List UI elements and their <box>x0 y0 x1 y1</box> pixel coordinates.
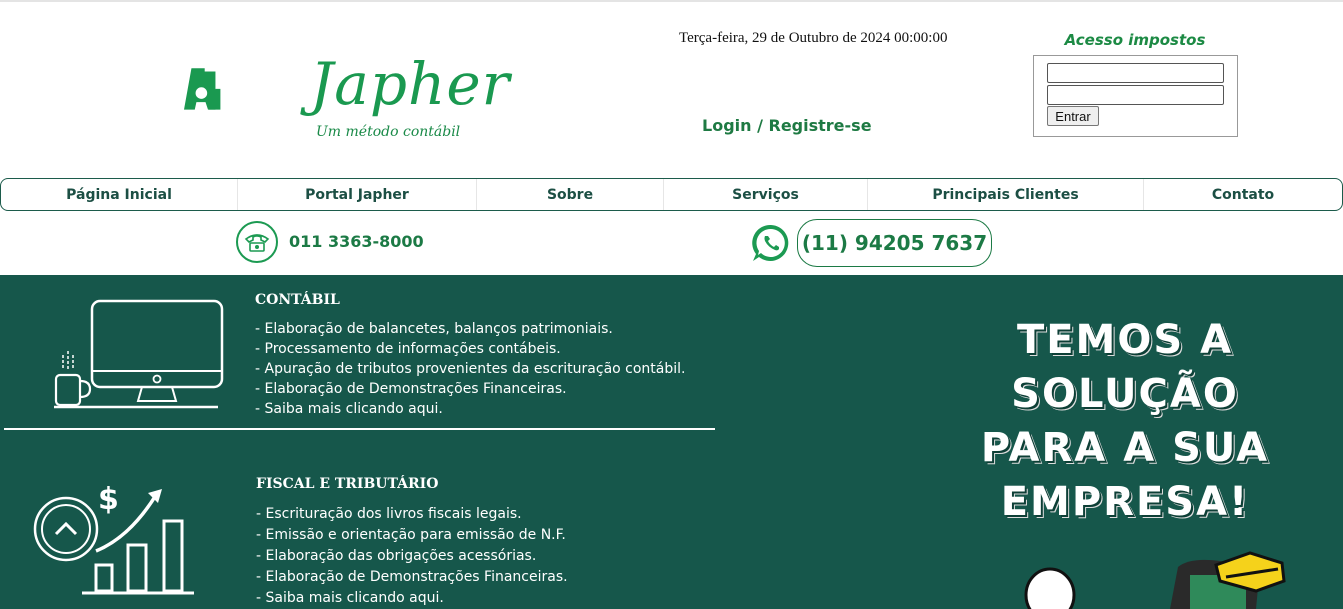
phone-number[interactable]: 011 3363-8000 <box>289 232 424 251</box>
access-username-input[interactable] <box>1047 63 1224 83</box>
mascot-illustration <box>1024 551 1286 609</box>
access-password-input[interactable] <box>1047 85 1224 105</box>
promo-line: SOLUÇÃO <box>1011 371 1239 417</box>
tax-access-form: Entrar <box>1033 55 1238 137</box>
nav-main-clients[interactable]: Principais Clientes <box>868 179 1144 210</box>
computer-coffee-icon <box>54 299 224 409</box>
nav-contact[interactable]: Contato <box>1144 179 1342 210</box>
brand-tagline: Um método contábil <box>316 124 461 140</box>
service-title-fiscal: FISCAL E TRIBUTÁRIO <box>256 476 439 492</box>
access-box-title: Acesso impostos <box>1040 31 1230 49</box>
saiba-mais-link[interactable]: - Saiba mais clicando aqui. <box>255 399 685 419</box>
nav-home[interactable]: Página Inicial <box>1 179 238 210</box>
nav-portal-japher[interactable]: Portal Japher <box>238 179 477 210</box>
japher-logo-mark <box>184 68 221 110</box>
current-date-time: Terça-feira, 29 de Outubro de 2024 00:00… <box>679 30 948 46</box>
services-section: CONTÁBIL - Elaboração de balancetes, bal… <box>0 275 1343 609</box>
login-register-link[interactable]: Login / Registre-se <box>702 116 872 135</box>
list-item: - Elaboração de Demonstrações Financeira… <box>255 381 567 397</box>
promo-line: EMPRESA! <box>1000 479 1250 525</box>
list-item: - Escrituração dos livros fiscais legais… <box>256 506 522 522</box>
whatsapp-icon[interactable] <box>750 222 792 264</box>
enter-button[interactable]: Entrar <box>1047 106 1099 126</box>
list-item: - Emissão e orientação para emissão de N… <box>256 527 566 543</box>
list-item: - Elaboração de Demonstrações Financeira… <box>256 569 568 585</box>
main-nav: Página Inicial Portal Japher Sobre Servi… <box>0 178 1343 211</box>
nav-about[interactable]: Sobre <box>477 179 664 210</box>
svg-text:$: $ <box>98 482 119 517</box>
list-item: - Processamento de informações contábeis… <box>255 341 561 357</box>
top-border <box>0 0 1343 2</box>
promo-line: PARA A SUA <box>980 425 1270 471</box>
service-list-fiscal: - Escrituração dos livros fiscais legais… <box>256 504 568 609</box>
growth-chart-icon: $ <box>33 482 194 595</box>
promo-headline: TEMOS A SOLUÇÃO PARA A SUA EMPRESA! <box>950 313 1300 529</box>
section-divider <box>4 428 715 430</box>
telephone-icon <box>236 221 278 263</box>
service-title-contabil: CONTÁBIL <box>255 292 340 308</box>
saiba-mais-link[interactable]: - Saiba mais clicando aqui. <box>256 588 568 609</box>
list-item: - Elaboração das obrigações acessórias. <box>256 548 537 564</box>
brand-name: Japher <box>310 50 511 118</box>
service-list-contabil: - Elaboração de balancetes, balanços pat… <box>255 319 685 419</box>
list-item: - Apuração de tributos provenientes da e… <box>255 361 686 377</box>
promo-line: TEMOS A <box>1016 317 1234 363</box>
nav-services[interactable]: Serviços <box>664 179 868 210</box>
whatsapp-number-button[interactable]: (11) 94205 7637 <box>797 219 992 267</box>
list-item: - Elaboração de balancetes, balanços pat… <box>255 321 613 337</box>
